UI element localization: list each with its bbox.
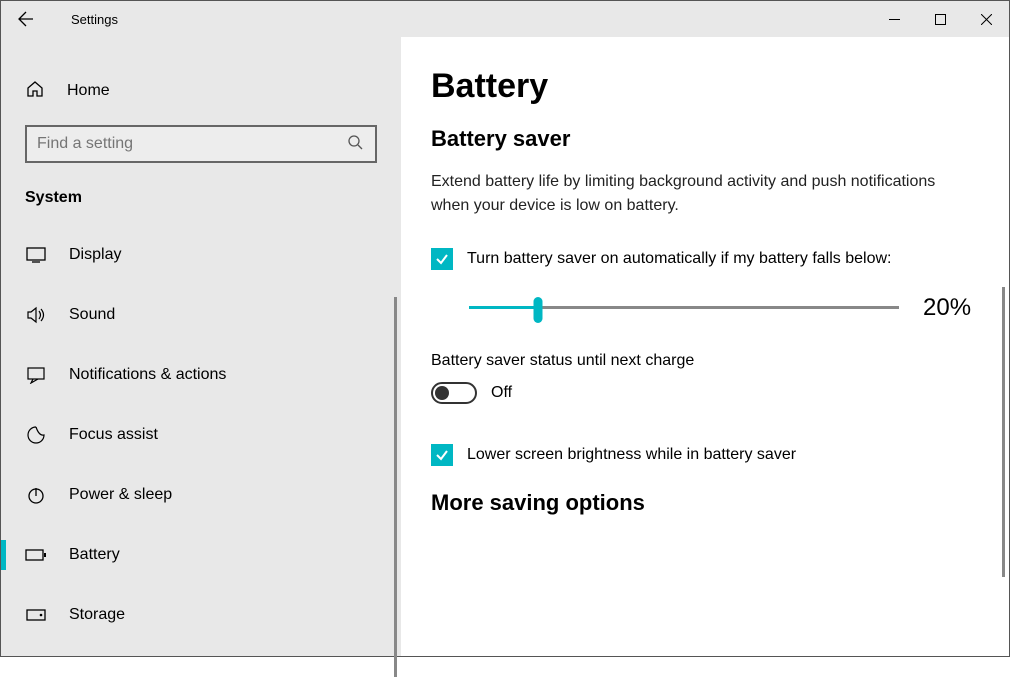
auto-on-row: Turn battery saver on automatically if m…: [431, 248, 979, 270]
sidebar-scrollbar[interactable]: [394, 297, 397, 677]
status-toggle-row: Off: [431, 382, 979, 404]
page-title: Battery: [431, 67, 979, 106]
home-nav[interactable]: Home: [1, 67, 401, 115]
status-toggle[interactable]: [431, 382, 477, 404]
toggle-knob: [435, 386, 449, 400]
main-scrollbar[interactable]: [1002, 287, 1005, 577]
main-panel: Battery Battery saver Extend battery lif…: [401, 37, 1009, 656]
titlebar: Settings: [1, 1, 1009, 37]
search-input[interactable]: [37, 135, 347, 153]
sidebar-item-label: Sound: [69, 306, 115, 324]
minimize-icon: [889, 14, 900, 25]
more-saving-options-title: More saving options: [431, 490, 979, 516]
maximize-icon: [935, 14, 946, 25]
close-button[interactable]: [963, 1, 1009, 37]
sidebar-item-label: Battery: [69, 546, 120, 564]
home-icon: [25, 79, 45, 104]
sidebar-item-battery[interactable]: Battery: [1, 525, 401, 585]
threshold-row: 20%: [469, 294, 979, 322]
sidebar-item-label: Focus assist: [69, 426, 158, 444]
focus-assist-icon: [25, 425, 47, 445]
arrow-left-icon: [18, 11, 34, 27]
battery-icon: [25, 548, 47, 562]
close-icon: [981, 14, 992, 25]
threshold-value: 20%: [923, 294, 971, 322]
sidebar-item-label: Power & sleep: [69, 486, 172, 504]
sidebar-item-power-sleep[interactable]: Power & sleep: [1, 465, 401, 525]
notifications-icon: [25, 366, 47, 384]
sound-icon: [25, 306, 47, 324]
auto-on-label: Turn battery saver on automatically if m…: [467, 250, 891, 268]
power-icon: [25, 485, 47, 505]
back-button[interactable]: [1, 1, 51, 37]
slider-thumb[interactable]: [533, 297, 542, 323]
check-icon: [434, 447, 450, 463]
lower-brightness-label: Lower screen brightness while in battery…: [467, 446, 796, 464]
sidebar-item-label: Notifications & actions: [69, 366, 226, 384]
check-icon: [434, 251, 450, 267]
sidebar-item-label: Display: [69, 246, 121, 264]
sidebar-item-display[interactable]: Display: [1, 225, 401, 285]
sidebar-group-label: System: [1, 181, 401, 225]
minimize-button[interactable]: [871, 1, 917, 37]
maximize-button[interactable]: [917, 1, 963, 37]
storage-icon: [25, 609, 47, 621]
battery-saver-description: Extend battery life by limiting backgrou…: [431, 170, 951, 218]
sidebar-item-sound[interactable]: Sound: [1, 285, 401, 345]
sidebar: Home System Display Sound Notification: [1, 37, 401, 656]
slider-fill: [469, 306, 538, 309]
window-title: Settings: [71, 12, 118, 27]
auto-on-checkbox[interactable]: [431, 248, 453, 270]
search-input-wrap[interactable]: [25, 125, 377, 163]
sidebar-item-notifications[interactable]: Notifications & actions: [1, 345, 401, 405]
sidebar-item-label: Storage: [69, 606, 125, 624]
display-icon: [25, 247, 47, 263]
home-label: Home: [67, 82, 110, 100]
sidebar-nav: Display Sound Notifications & actions Fo…: [1, 225, 401, 645]
sidebar-item-storage[interactable]: Storage: [1, 585, 401, 645]
sidebar-item-focus-assist[interactable]: Focus assist: [1, 405, 401, 465]
lower-brightness-checkbox[interactable]: [431, 444, 453, 466]
status-label: Battery saver status until next charge: [431, 352, 979, 370]
threshold-slider[interactable]: [469, 296, 899, 320]
status-toggle-text: Off: [491, 384, 512, 402]
lower-brightness-row: Lower screen brightness while in battery…: [431, 444, 979, 466]
search-icon: [347, 134, 365, 155]
section-battery-saver-title: Battery saver: [431, 126, 979, 152]
